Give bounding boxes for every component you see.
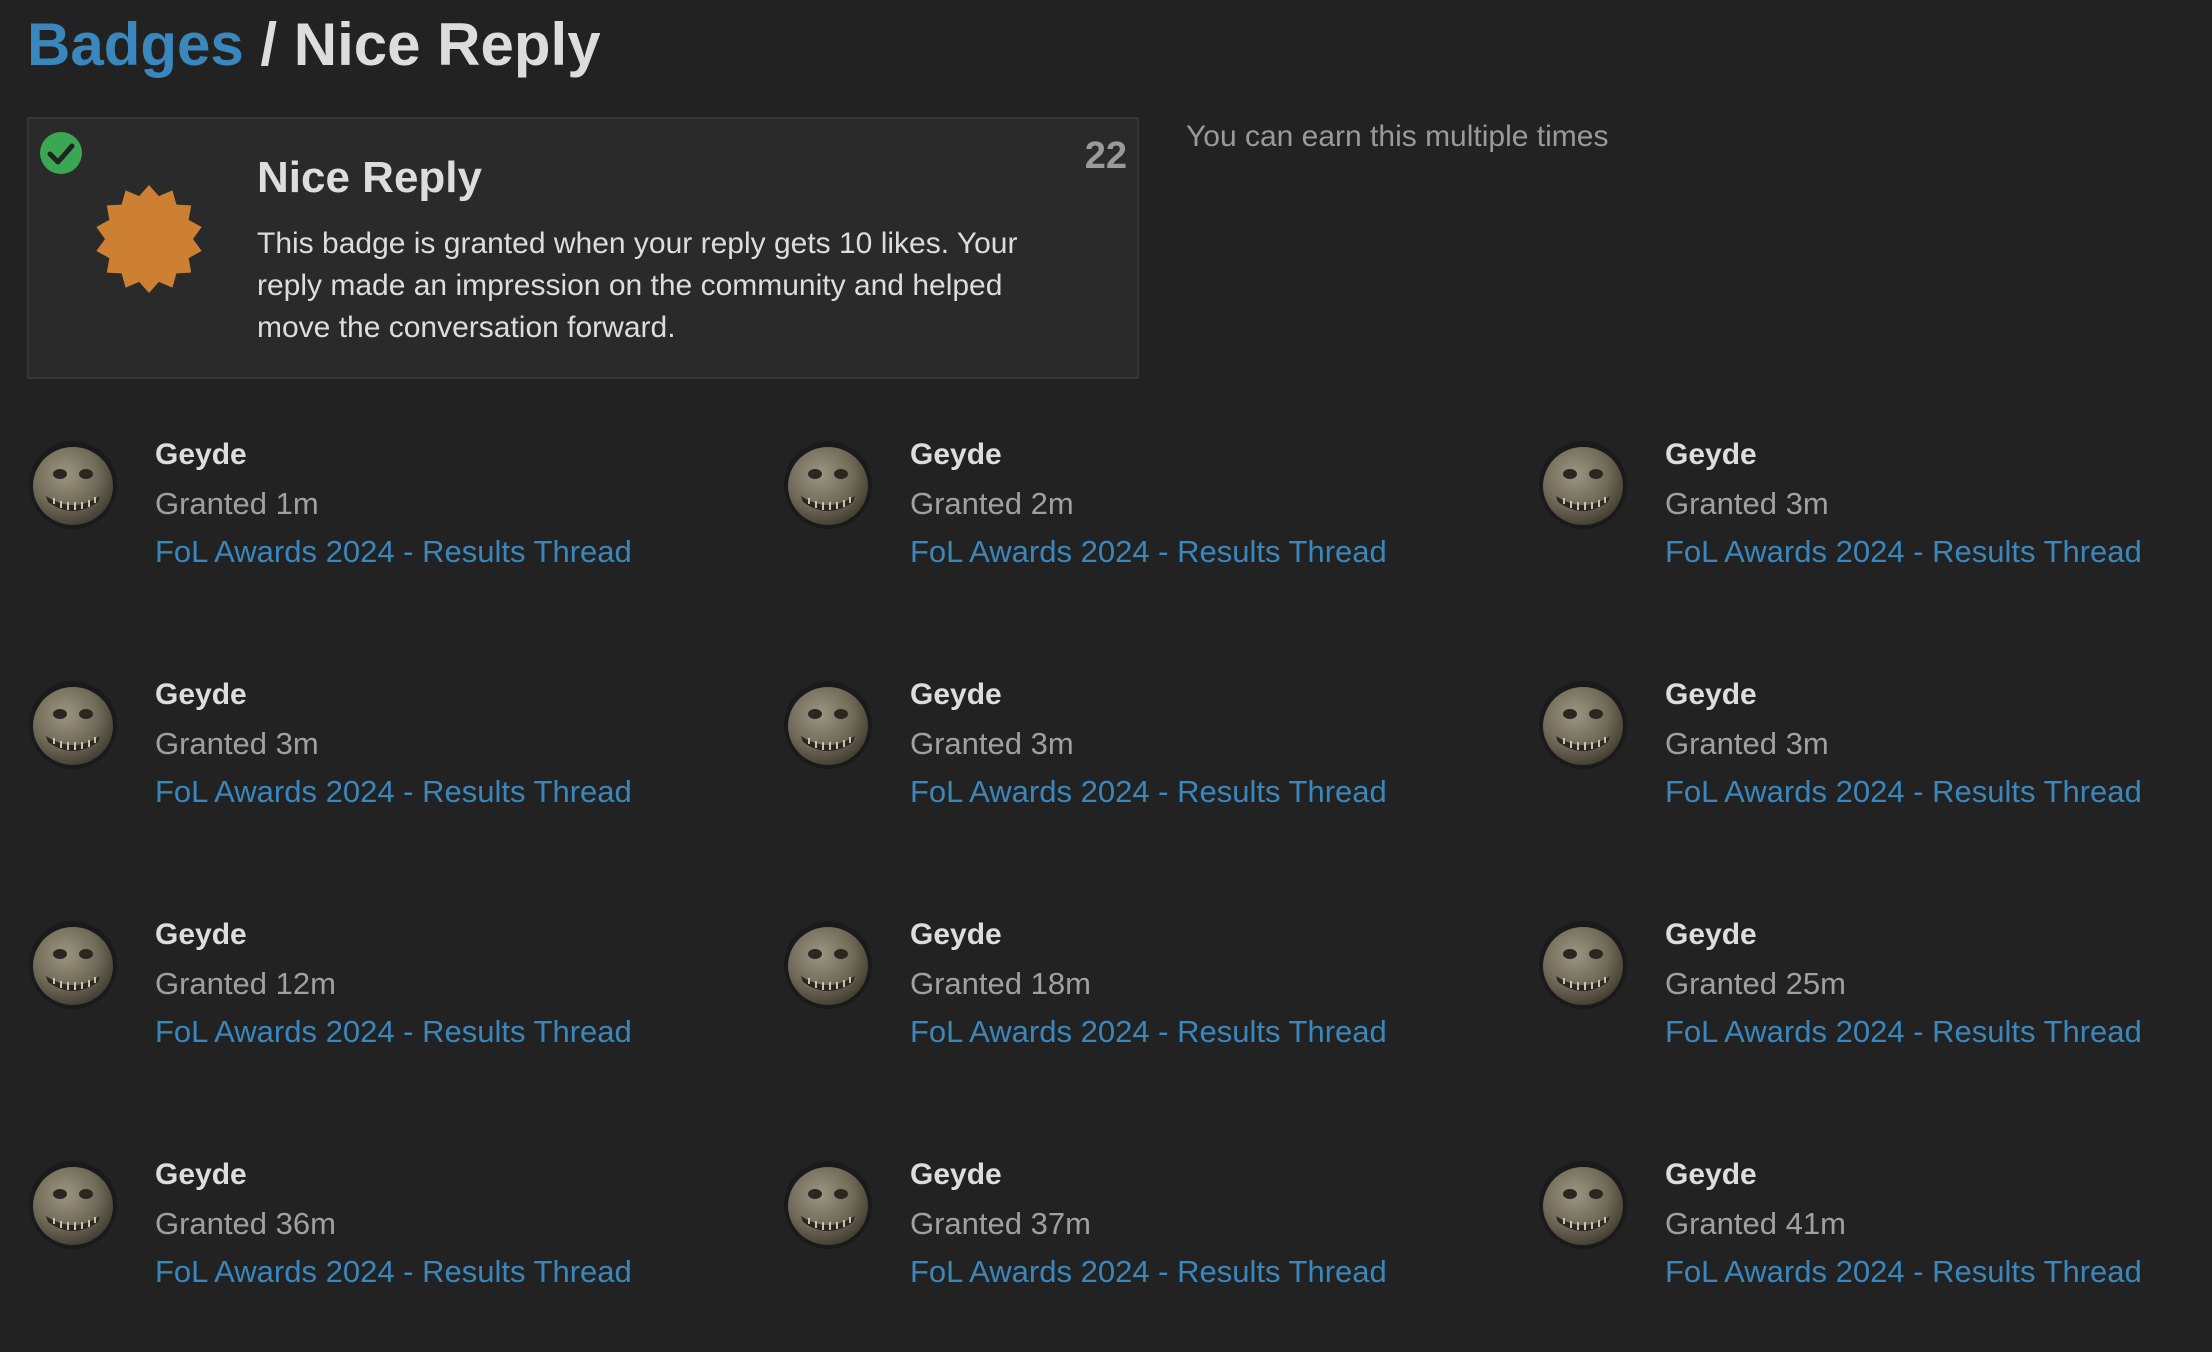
grant-item: Geyde Granted 3m FoL Awards 2024 - Resul…	[28, 678, 748, 858]
grant-username[interactable]: Geyde	[910, 678, 1002, 712]
grant-item: Geyde Granted 37m FoL Awards 2024 - Resu…	[783, 1158, 1503, 1338]
avatar[interactable]	[783, 920, 873, 1010]
grant-time: Granted 3m	[910, 726, 1074, 761]
grant-username[interactable]: Geyde	[155, 918, 247, 952]
grant-item: Geyde Granted 3m FoL Awards 2024 - Resul…	[783, 678, 1503, 858]
grant-topic-link[interactable]: FoL Awards 2024 - Results Thread	[1665, 774, 2142, 810]
grant-topic-link[interactable]: FoL Awards 2024 - Results Thread	[155, 774, 632, 810]
grant-topic-link[interactable]: FoL Awards 2024 - Results Thread	[155, 534, 632, 570]
grant-username[interactable]: Geyde	[910, 918, 1002, 952]
avatar[interactable]	[1538, 1160, 1628, 1250]
grant-time: Granted 36m	[155, 1206, 336, 1241]
avatar[interactable]	[28, 680, 118, 770]
grant-username[interactable]: Geyde	[910, 1158, 1002, 1192]
avatar[interactable]	[1538, 680, 1628, 770]
grant-item: Geyde Granted 3m FoL Awards 2024 - Resul…	[1538, 438, 2212, 618]
page-title: Badges / Nice Reply	[27, 10, 601, 80]
badge-card: 22 Nice Reply This badge is granted when…	[27, 117, 1139, 379]
grant-item: Geyde Granted 36m FoL Awards 2024 - Resu…	[28, 1158, 748, 1338]
avatar[interactable]	[28, 440, 118, 530]
grant-topic-link[interactable]: FoL Awards 2024 - Results Thread	[910, 1014, 1387, 1050]
avatar[interactable]	[783, 680, 873, 770]
badge-page: Badges / Nice Reply 22 Nice Reply This b…	[0, 0, 2212, 1352]
badge-description: This badge is granted when your reply ge…	[257, 227, 1018, 344]
grant-username[interactable]: Geyde	[155, 438, 247, 472]
grant-topic-link[interactable]: FoL Awards 2024 - Results Thread	[1665, 534, 2142, 570]
grant-topic-link[interactable]: FoL Awards 2024 - Results Thread	[910, 774, 1387, 810]
grant-item: Geyde Granted 18m FoL Awards 2024 - Resu…	[783, 918, 1503, 1098]
grant-item: Geyde Granted 41m FoL Awards 2024 - Resu…	[1538, 1158, 2212, 1338]
grant-time: Granted 3m	[1665, 726, 1829, 761]
grant-time: Granted 3m	[1665, 486, 1829, 521]
grant-item: Geyde Granted 3m FoL Awards 2024 - Resul…	[1538, 678, 2212, 858]
grant-topic-link[interactable]: FoL Awards 2024 - Results Thread	[1665, 1254, 2142, 1290]
grant-username[interactable]: Geyde	[155, 1158, 247, 1192]
breadcrumb-separator: /	[260, 11, 278, 78]
grant-time: Granted 18m	[910, 966, 1091, 1001]
grant-time: Granted 3m	[155, 726, 319, 761]
grant-time: Granted 1m	[155, 486, 319, 521]
avatar[interactable]	[28, 920, 118, 1010]
badge-grant-count: 22	[1084, 135, 1127, 177]
grant-time: Granted 2m	[910, 486, 1074, 521]
badge-name: Nice Reply	[257, 153, 482, 202]
grant-item: Geyde Granted 12m FoL Awards 2024 - Resu…	[28, 918, 748, 1098]
grant-username[interactable]: Geyde	[1665, 438, 1757, 472]
earn-multiple-note: You can earn this multiple times	[1186, 120, 1609, 153]
grant-topic-link[interactable]: FoL Awards 2024 - Results Thread	[910, 534, 1387, 570]
avatar[interactable]	[1538, 920, 1628, 1010]
grant-username[interactable]: Geyde	[155, 678, 247, 712]
grant-time: Granted 37m	[910, 1206, 1091, 1241]
grant-username[interactable]: Geyde	[910, 438, 1002, 472]
grant-username[interactable]: Geyde	[1665, 1158, 1757, 1192]
grant-time: Granted 12m	[155, 966, 336, 1001]
grant-item: Geyde Granted 1m FoL Awards 2024 - Resul…	[28, 438, 748, 618]
grant-username[interactable]: Geyde	[1665, 918, 1757, 952]
grant-item: Geyde Granted 25m FoL Awards 2024 - Resu…	[1538, 918, 2212, 1098]
grant-time: Granted 25m	[1665, 966, 1846, 1001]
breadcrumb-badges-link[interactable]: Badges	[27, 11, 244, 78]
grant-topic-link[interactable]: FoL Awards 2024 - Results Thread	[1665, 1014, 2142, 1050]
avatar[interactable]	[783, 440, 873, 530]
grant-topic-link[interactable]: FoL Awards 2024 - Results Thread	[155, 1014, 632, 1050]
avatar[interactable]	[1538, 440, 1628, 530]
grant-topic-link[interactable]: FoL Awards 2024 - Results Thread	[155, 1254, 632, 1290]
grant-time: Granted 41m	[1665, 1206, 1846, 1241]
avatar[interactable]	[28, 1160, 118, 1250]
grant-topic-link[interactable]: FoL Awards 2024 - Results Thread	[910, 1254, 1387, 1290]
certificate-icon	[96, 185, 202, 293]
breadcrumb-current: Nice Reply	[293, 11, 601, 78]
check-circle-icon	[40, 132, 82, 174]
grant-item: Geyde Granted 2m FoL Awards 2024 - Resul…	[783, 438, 1503, 618]
grant-username[interactable]: Geyde	[1665, 678, 1757, 712]
avatar[interactable]	[783, 1160, 873, 1250]
